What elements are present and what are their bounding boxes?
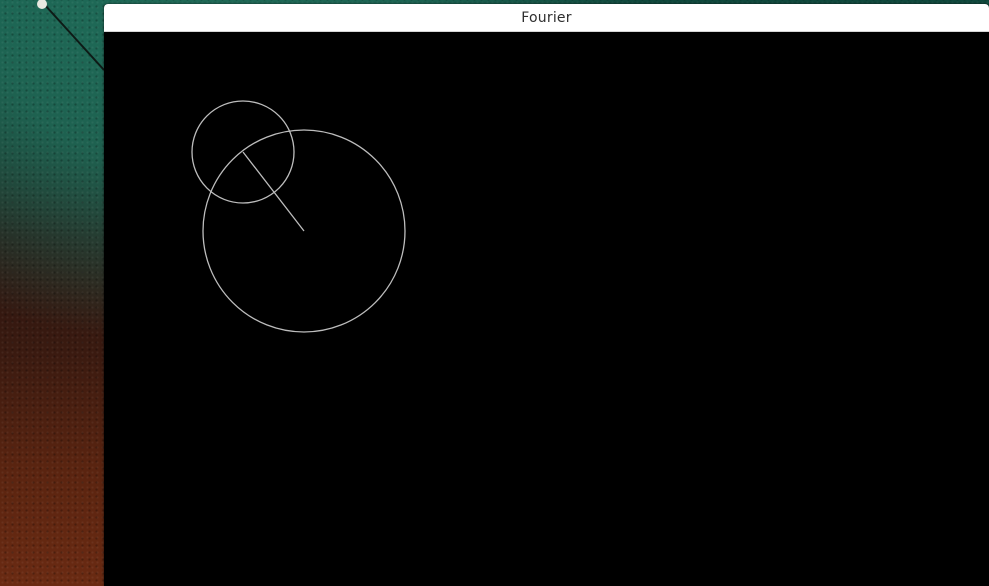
drawing-canvas[interactable]	[104, 32, 989, 586]
wallpaper-branch	[37, 0, 105, 71]
epicycle-drawing	[191, 100, 406, 333]
radius-vector-line	[242, 151, 305, 232]
window-title: Fourier	[521, 9, 572, 26]
fourier-window[interactable]: Fourier	[104, 4, 989, 586]
window-titlebar[interactable]: Fourier	[104, 4, 989, 32]
